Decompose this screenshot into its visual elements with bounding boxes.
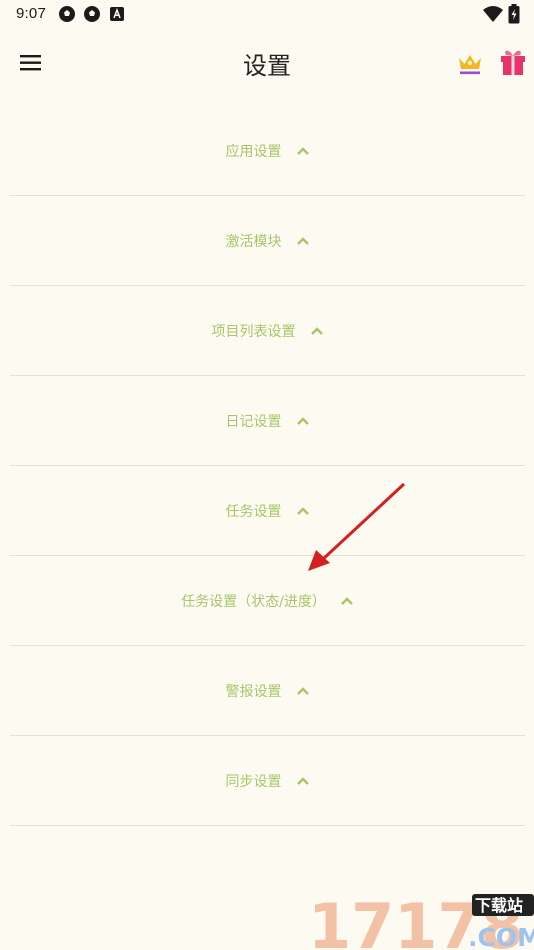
- section-alarm-settings[interactable]: 警报设置: [10, 646, 525, 736]
- chevron-up-icon: [296, 686, 309, 695]
- soccer-ball-icon: [59, 6, 75, 22]
- chevron-up-icon: [310, 326, 323, 335]
- watermark-badge: 下载站: [475, 896, 523, 915]
- section-label: 应用设置: [225, 143, 282, 160]
- chevron-up-icon: [296, 236, 309, 245]
- chevron-up-icon: [296, 146, 309, 155]
- section-sync-settings[interactable]: 同步设置: [10, 736, 525, 826]
- battery-charging-icon: [508, 4, 520, 24]
- chevron-up-icon: [296, 416, 309, 425]
- status-time: 9:07: [16, 5, 46, 22]
- notification-a-icon: [110, 7, 124, 21]
- watermark-domain: .COM: [468, 923, 534, 950]
- section-label: 同步设置: [225, 773, 282, 790]
- status-bar: 9:07: [0, 0, 534, 30]
- section-label: 任务设置: [225, 503, 282, 520]
- section-label: 项目列表设置: [211, 323, 296, 340]
- section-task-settings[interactable]: 任务设置: [10, 466, 525, 556]
- section-label: 日记设置: [225, 413, 282, 430]
- section-project-list-settings[interactable]: 项目列表设置: [10, 286, 525, 376]
- section-app-settings[interactable]: 应用设置: [10, 106, 525, 196]
- settings-list: 应用设置 激活模块 项目列表设置 日记设置 任务设置 任务设置（状态/进度） 警…: [10, 106, 525, 826]
- watermark-logo: 17178 下载站 .COM: [308, 890, 534, 950]
- section-task-status-progress-settings[interactable]: 任务设置（状态/进度）: [10, 556, 525, 646]
- chevron-up-icon: [296, 776, 309, 785]
- wifi-icon: [483, 6, 503, 22]
- chevron-up-icon: [341, 596, 353, 605]
- chevron-up-icon: [296, 506, 309, 515]
- section-label: 任务设置（状态/进度）: [181, 593, 326, 610]
- crown-icon[interactable]: [456, 50, 484, 78]
- section-label: 警报设置: [225, 683, 282, 700]
- app-bar: 设置: [0, 34, 534, 92]
- page-title: 设置: [243, 52, 291, 80]
- gift-icon[interactable]: [500, 47, 526, 77]
- section-diary-settings[interactable]: 日记设置: [10, 376, 525, 466]
- soccer-ball-icon: [84, 6, 100, 22]
- section-activate-modules[interactable]: 激活模块: [10, 196, 525, 286]
- section-label: 激活模块: [225, 233, 282, 250]
